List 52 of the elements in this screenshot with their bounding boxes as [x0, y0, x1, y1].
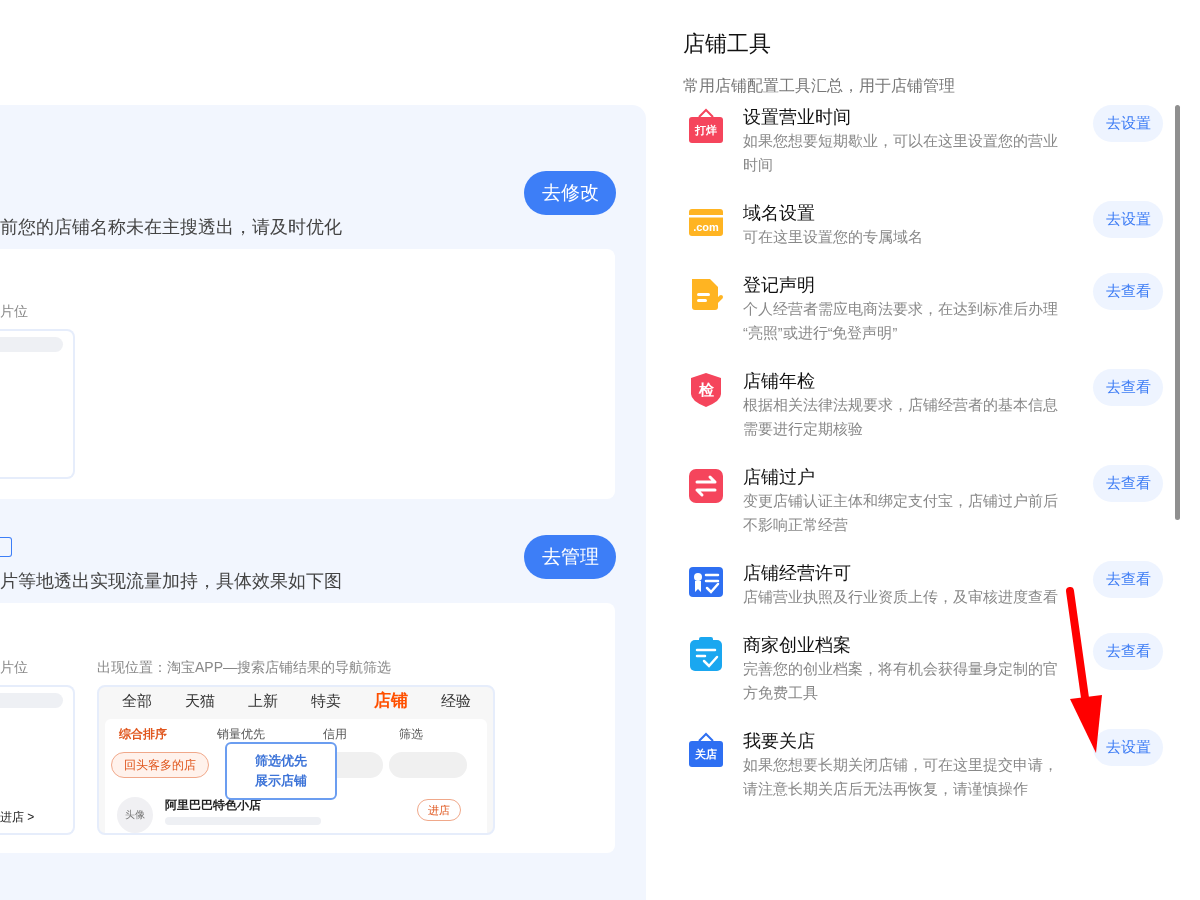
category-tab[interactable]: 经验 [440, 689, 471, 713]
tool-description: 变更店铺认证主体和绑定支付宝，店铺过户前后不影响正常经营 [743, 492, 1059, 535]
tool-description: 如果您想要长期关闭店铺，可在这里提交申请，请注意长期关店后无法再恢复，请谨慎操作 [743, 756, 1059, 799]
filter-chip[interactable]: 回头客多的店 [111, 752, 209, 778]
manage-button[interactable]: 去管理 [524, 535, 616, 579]
tool-action-button[interactable]: 去设置 [1093, 729, 1163, 766]
section-description: 前您的店铺名称未在主搜透出，请及时优化 [0, 216, 342, 239]
panel-title: 店铺工具 [683, 30, 772, 58]
tool-action-button[interactable]: 去设置 [1093, 201, 1163, 238]
tool-description: 根据相关法律法规要求，店铺经营者的基本信息需要进行定期核验 [743, 396, 1059, 439]
panel-subtitle: 常用店铺配置工具汇总，用于店铺管理 [683, 76, 956, 96]
category-tab[interactable]: 上新 [247, 689, 278, 713]
tool-description: 完善您的创业档案，将有机会获得量身定制的官方免费工具 [743, 660, 1059, 703]
tool-title: 店铺年检 [743, 370, 816, 393]
tool-description: 可在这里设置您的专属域名 [743, 228, 924, 247]
callout-text: 筛选优先 [255, 752, 307, 770]
tool-title: 设置营业时间 [743, 106, 852, 129]
tool-description: 个人经营者需应电商法要求，在达到标准后办理“亮照”或进行“免登声明” [743, 300, 1059, 343]
tag-outline [0, 537, 12, 557]
tool-action-button[interactable]: 去查看 [1093, 561, 1163, 598]
tool-title: 登记声明 [743, 274, 816, 297]
category-tab[interactable]: 特卖 [310, 689, 341, 713]
tool-action-button[interactable]: 去查看 [1093, 369, 1163, 406]
tool-title: 店铺过户 [743, 466, 816, 489]
enter-shop-link[interactable]: 进店 > [0, 809, 35, 825]
shop-name: 阿里巴巴特色小店 [165, 797, 262, 813]
category-tab[interactable]: 店铺 [373, 688, 408, 714]
shield-icon: 检 [688, 372, 724, 408]
tool-title: 商家创业档案 [743, 634, 852, 657]
sort-option[interactable]: 销量优先 [205, 725, 305, 743]
preview-caption: 片位 [0, 302, 29, 321]
tool-action-button[interactable]: 去查看 [1093, 465, 1163, 502]
tool-title: 域名设置 [743, 202, 816, 225]
category-tab[interactable]: 全部 [121, 689, 152, 713]
category-tab[interactable]: 天猫 [184, 689, 215, 713]
tool-title: 店铺经营许可 [743, 562, 852, 585]
sort-option[interactable]: 综合排序 [105, 725, 205, 743]
tool-action-button[interactable]: 去查看 [1093, 633, 1163, 670]
preview-caption: 片位 [0, 658, 29, 677]
avatar-label: 头像 [125, 809, 145, 821]
tool-action-button[interactable]: 去查看 [1093, 273, 1163, 310]
tool-title: 我要关店 [743, 730, 816, 753]
tool-description: 如果您想要短期歇业，可以在这里设置您的营业时间 [743, 132, 1059, 175]
scrollbar[interactable] [1175, 105, 1180, 520]
callout-text: 展示店铺 [255, 772, 307, 790]
section-description: 片等地透出实现流量加持，具体效果如下图 [0, 570, 342, 593]
preview-caption: 出现位置：淘宝APP—搜索店铺结果的导航筛选 [97, 658, 392, 677]
sort-option[interactable]: 信用 [305, 725, 385, 743]
tool-action-button[interactable]: 去设置 [1093, 105, 1163, 142]
tool-description: 店铺营业执照及行业资质上传，及审核进度查看 [743, 588, 1059, 607]
sort-option[interactable]: 筛选 [385, 725, 465, 743]
edit-button[interactable]: 去修改 [524, 171, 616, 215]
